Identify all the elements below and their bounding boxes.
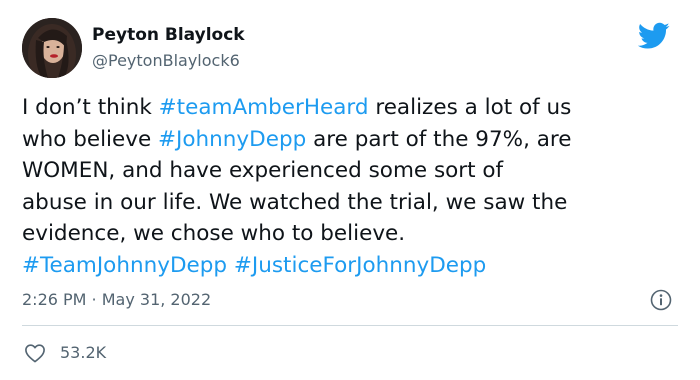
display-name[interactable]: Peyton Blaylock (92, 25, 245, 45)
meta-separator: · (86, 290, 102, 309)
tweet-text: I don’t think #teamAmberHeard realizes a… (22, 92, 686, 282)
hashtag-link[interactable]: #JusticeForJohnnyDepp (234, 253, 486, 278)
divider (22, 325, 678, 326)
hashtag-link[interactable]: #JohnnyDepp (158, 127, 306, 152)
like-count: 53.2K (60, 343, 107, 362)
tweet-line: abuse in our life. We watched the trial,… (22, 189, 568, 215)
avatar-photo (22, 18, 82, 78)
twitter-bird-icon[interactable] (637, 22, 670, 50)
tweet-line: WOMEN, and have experienced some sort of (22, 158, 504, 184)
author-block: Peyton Blaylock @PeytonBlaylock6 (92, 25, 245, 71)
tweet-card: Peyton Blaylock @PeytonBlaylock6 I don’t… (0, 0, 700, 380)
text-segment: who believe (22, 126, 159, 152)
user-handle[interactable]: @PeytonBlaylock6 (92, 51, 245, 71)
tweet-timestamp[interactable]: 2:26 PM · May 31, 2022 (22, 290, 211, 310)
text-segment (227, 253, 234, 278)
tweet-time: 2:26 PM (22, 290, 87, 309)
avatar[interactable] (22, 18, 82, 78)
heart-icon (25, 344, 45, 363)
text-segment: are part of the 97%, are (306, 126, 572, 152)
tweet-line: evidence, we chose who to believe. (22, 221, 406, 247)
tweet-line: I don’t think #teamAmberHeard realizes a… (22, 92, 686, 124)
text-segment: realizes a lot of us (368, 95, 572, 120)
tweet-line: who believe #JohnnyDepp are part of the … (22, 124, 686, 156)
text-segment: I don’t think (22, 95, 159, 120)
hashtag-link[interactable]: #TeamJohnnyDepp (22, 253, 227, 278)
hashtag-link[interactable]: #teamAmberHeard (159, 95, 369, 120)
tweet-date: May 31, 2022 (101, 290, 212, 309)
info-icon[interactable] (650, 289, 672, 311)
tweet-line: #TeamJohnnyDepp #JusticeForJohnnyDepp (22, 250, 686, 282)
like-button[interactable]: 53.2K (24, 343, 106, 363)
